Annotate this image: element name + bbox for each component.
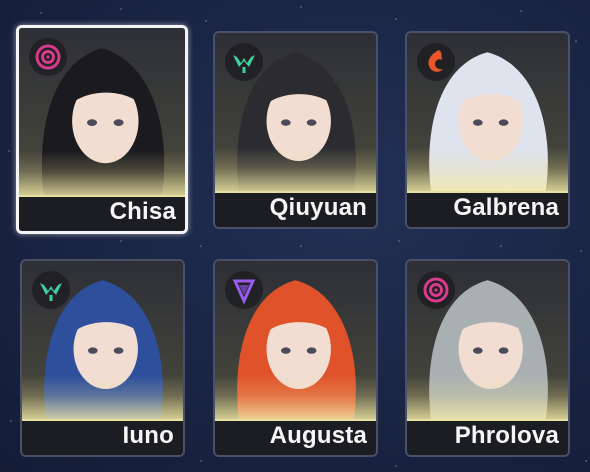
character-card-phrolova[interactable]: Phrolova: [405, 259, 570, 457]
character-name: Chisa: [109, 198, 176, 225]
nameplate: Augusta: [215, 419, 376, 455]
fusion-icon: [417, 43, 455, 81]
havoc-icon: [29, 38, 67, 76]
character-card-chisa[interactable]: Chisa: [16, 25, 188, 234]
nameplate: Iuno: [22, 419, 183, 455]
nameplate: Phrolova: [407, 419, 568, 455]
electro-icon: [225, 271, 263, 309]
aero-icon: [225, 43, 263, 81]
character-card-galbrena[interactable]: Galbrena: [405, 31, 570, 229]
character-card-iuno[interactable]: Iuno: [20, 259, 185, 457]
character-name: Galbrena: [453, 194, 559, 221]
nameplate: Chisa: [19, 195, 185, 231]
character-name: Phrolova: [454, 422, 559, 449]
character-grid: Chisa Qiuyuan Galbrena Iuno Augusta Phro…: [0, 0, 590, 472]
aero-icon: [32, 271, 70, 309]
nameplate: Qiuyuan: [215, 191, 376, 227]
character-card-augusta[interactable]: Augusta: [213, 259, 378, 457]
character-name: Augusta: [269, 422, 367, 449]
character-name: Iuno: [122, 422, 174, 449]
havoc-icon: [417, 271, 455, 309]
character-card-qiuyuan[interactable]: Qiuyuan: [213, 31, 378, 229]
nameplate: Galbrena: [407, 191, 568, 227]
character-name: Qiuyuan: [269, 194, 367, 221]
